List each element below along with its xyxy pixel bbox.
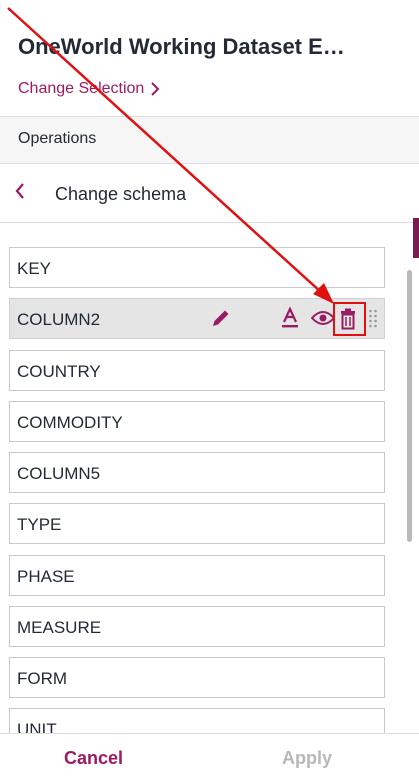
operations-section: Operations xyxy=(0,117,419,163)
column-name: COLUMN5 xyxy=(17,464,101,483)
column-row-key[interactable]: KEY xyxy=(9,247,385,288)
drag-handle-icon[interactable] xyxy=(368,308,378,330)
column-name: COMMODITY xyxy=(17,413,123,432)
apply-button[interactable]: Apply xyxy=(282,748,332,769)
column-list: KEY COLUMN2 COUNTRY COMMODITY COLUMN5 TY… xyxy=(0,223,419,733)
column-row-form[interactable]: FORM xyxy=(9,657,385,698)
column-row-unit[interactable]: UNIT xyxy=(9,708,385,733)
change-schema-label: Change schema xyxy=(55,184,187,204)
pencil-icon[interactable] xyxy=(210,307,232,329)
column-name: COLUMN2 xyxy=(17,310,101,329)
eye-icon[interactable] xyxy=(311,309,335,327)
dataset-title: OneWorld Working Dataset E… xyxy=(18,34,345,59)
column-name: MEASURE xyxy=(17,618,102,637)
column-name: COUNTRY xyxy=(17,362,101,381)
column-name: FORM xyxy=(17,669,68,688)
annotation-highlight-box xyxy=(333,302,366,336)
operations-label: Operations xyxy=(18,130,97,147)
column-row-commodity[interactable]: COMMODITY xyxy=(9,401,385,442)
column-name: UNIT xyxy=(17,720,57,733)
column-row-column2[interactable]: COLUMN2 xyxy=(9,298,385,339)
column-row-type[interactable]: TYPE xyxy=(9,503,385,544)
chevron-right-icon xyxy=(151,82,160,96)
panel-resize-handle[interactable] xyxy=(413,218,419,258)
column-row-country[interactable]: COUNTRY xyxy=(9,350,385,391)
column-name: PHASE xyxy=(17,567,75,586)
change-selection-label: Change Selection xyxy=(18,80,145,97)
column-row-measure[interactable]: MEASURE xyxy=(9,606,385,647)
column-row-phase[interactable]: PHASE xyxy=(9,555,385,596)
change-selection-link[interactable]: Change Selection xyxy=(18,80,160,98)
column-name: KEY xyxy=(17,259,52,278)
scrollbar-thumb[interactable] xyxy=(407,270,412,542)
change-schema-back-button[interactable]: Change schema xyxy=(0,164,419,222)
footer-bar: Cancel Apply xyxy=(0,733,419,779)
text-format-icon[interactable] xyxy=(280,307,300,329)
cancel-button[interactable]: Cancel xyxy=(64,748,123,769)
chevron-left-icon[interactable] xyxy=(14,182,26,200)
column-row-column5[interactable]: COLUMN5 xyxy=(9,452,385,493)
column-name: TYPE xyxy=(17,515,62,534)
